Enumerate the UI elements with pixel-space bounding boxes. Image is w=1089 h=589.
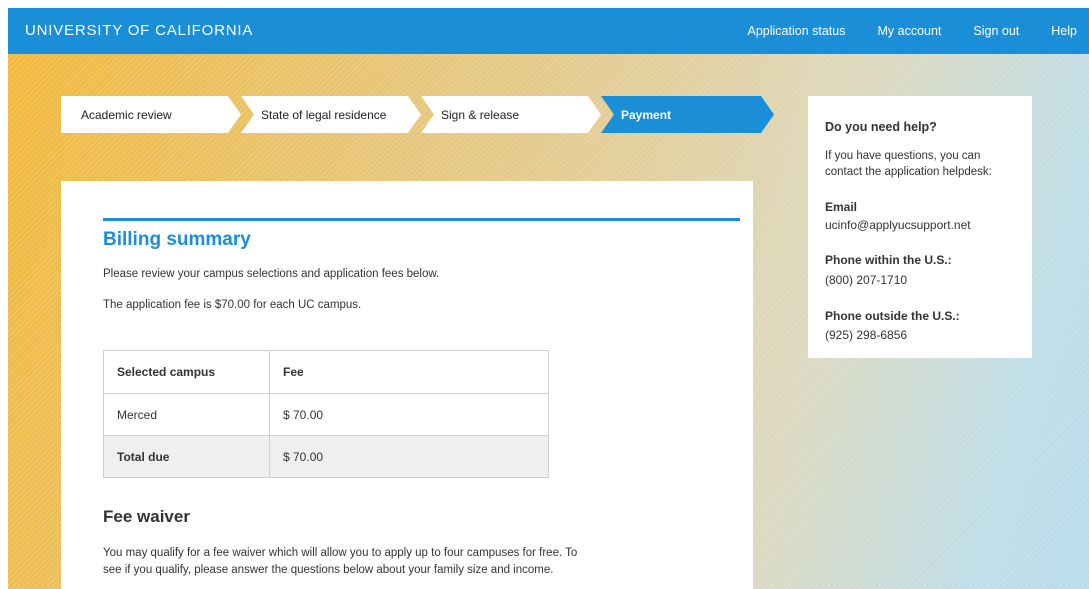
nav-application-status[interactable]: Application status	[748, 24, 846, 38]
fee-table: Selected campus Fee Merced $ 70.00 Total…	[103, 350, 549, 478]
top-navigation-bar: UNIVERSITY OF CALIFORNIA Application sta…	[8, 8, 1089, 54]
total-label: Total due	[103, 435, 270, 478]
nav-sign-out[interactable]: Sign out	[973, 24, 1019, 38]
fee-note-text: The application fee is $70.00 for each U…	[103, 299, 362, 311]
campus-cell: Merced	[103, 393, 270, 436]
table-row: Merced $ 70.00	[103, 393, 549, 436]
step-state-of-legal-residence[interactable]: State of legal residence	[241, 96, 421, 133]
university-brand[interactable]: UNIVERSITY OF CALIFORNIA	[25, 22, 253, 39]
step-sign-and-release[interactable]: Sign & release	[421, 96, 601, 133]
help-title: Do you need help?	[825, 120, 937, 134]
help-panel: Do you need help? If you have questions,…	[808, 96, 1032, 358]
header-selected-campus: Selected campus	[103, 350, 270, 394]
fee-waiver-text: You may qualify for a fee waiver which w…	[103, 547, 578, 576]
email-label: Email	[825, 200, 858, 214]
step-academic-review[interactable]: Academic review	[61, 96, 241, 133]
nav-my-account[interactable]: My account	[877, 24, 941, 38]
help-phone-us[interactable]: (800) 207-1710	[825, 273, 907, 287]
section-divider	[103, 218, 740, 221]
billing-intro-text: Please review your campus selections and…	[103, 268, 440, 280]
header-nav: Application status My account Sign out H…	[748, 8, 1089, 54]
step-payment[interactable]: Payment	[601, 96, 774, 133]
help-intro: If you have questions, you can contact t…	[825, 150, 992, 178]
help-email[interactable]: ucinfo@applyucsupport.net	[825, 218, 971, 232]
phone-us-label: Phone within the U.S.:	[825, 253, 952, 267]
total-amount: $ 70.00	[269, 435, 549, 478]
phone-intl-label: Phone outside the U.S.:	[825, 309, 960, 323]
help-phone-intl[interactable]: (925) 298-6856	[825, 328, 907, 342]
page-frame: UNIVERSITY OF CALIFORNIA Application sta…	[8, 8, 1089, 589]
fee-waiver-title: Fee waiver	[103, 507, 190, 526]
billing-summary-title: Billing summary	[103, 229, 251, 250]
table-header-row: Selected campus Fee	[103, 350, 549, 394]
billing-card: Billing summary Please review your campu…	[61, 181, 753, 589]
nav-help[interactable]: Help	[1051, 24, 1077, 38]
fee-cell: $ 70.00	[269, 393, 549, 436]
header-fee: Fee	[269, 350, 549, 394]
total-row: Total due $ 70.00	[103, 435, 549, 478]
